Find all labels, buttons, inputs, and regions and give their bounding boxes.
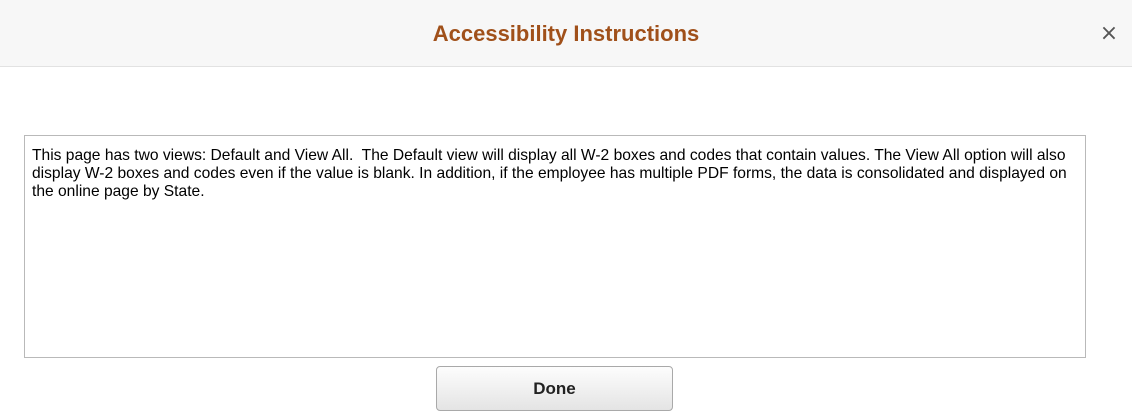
instructions-text: This page has two views: Default and Vie… [24,135,1086,358]
dialog-title: Accessibility Instructions [432,21,700,46]
accessibility-dialog: Accessibility Instructions × This page h… [0,0,1132,416]
close-icon[interactable]: × [1096,21,1122,47]
dialog-header: Accessibility Instructions × [0,0,1132,67]
done-button[interactable]: Done [436,366,673,411]
